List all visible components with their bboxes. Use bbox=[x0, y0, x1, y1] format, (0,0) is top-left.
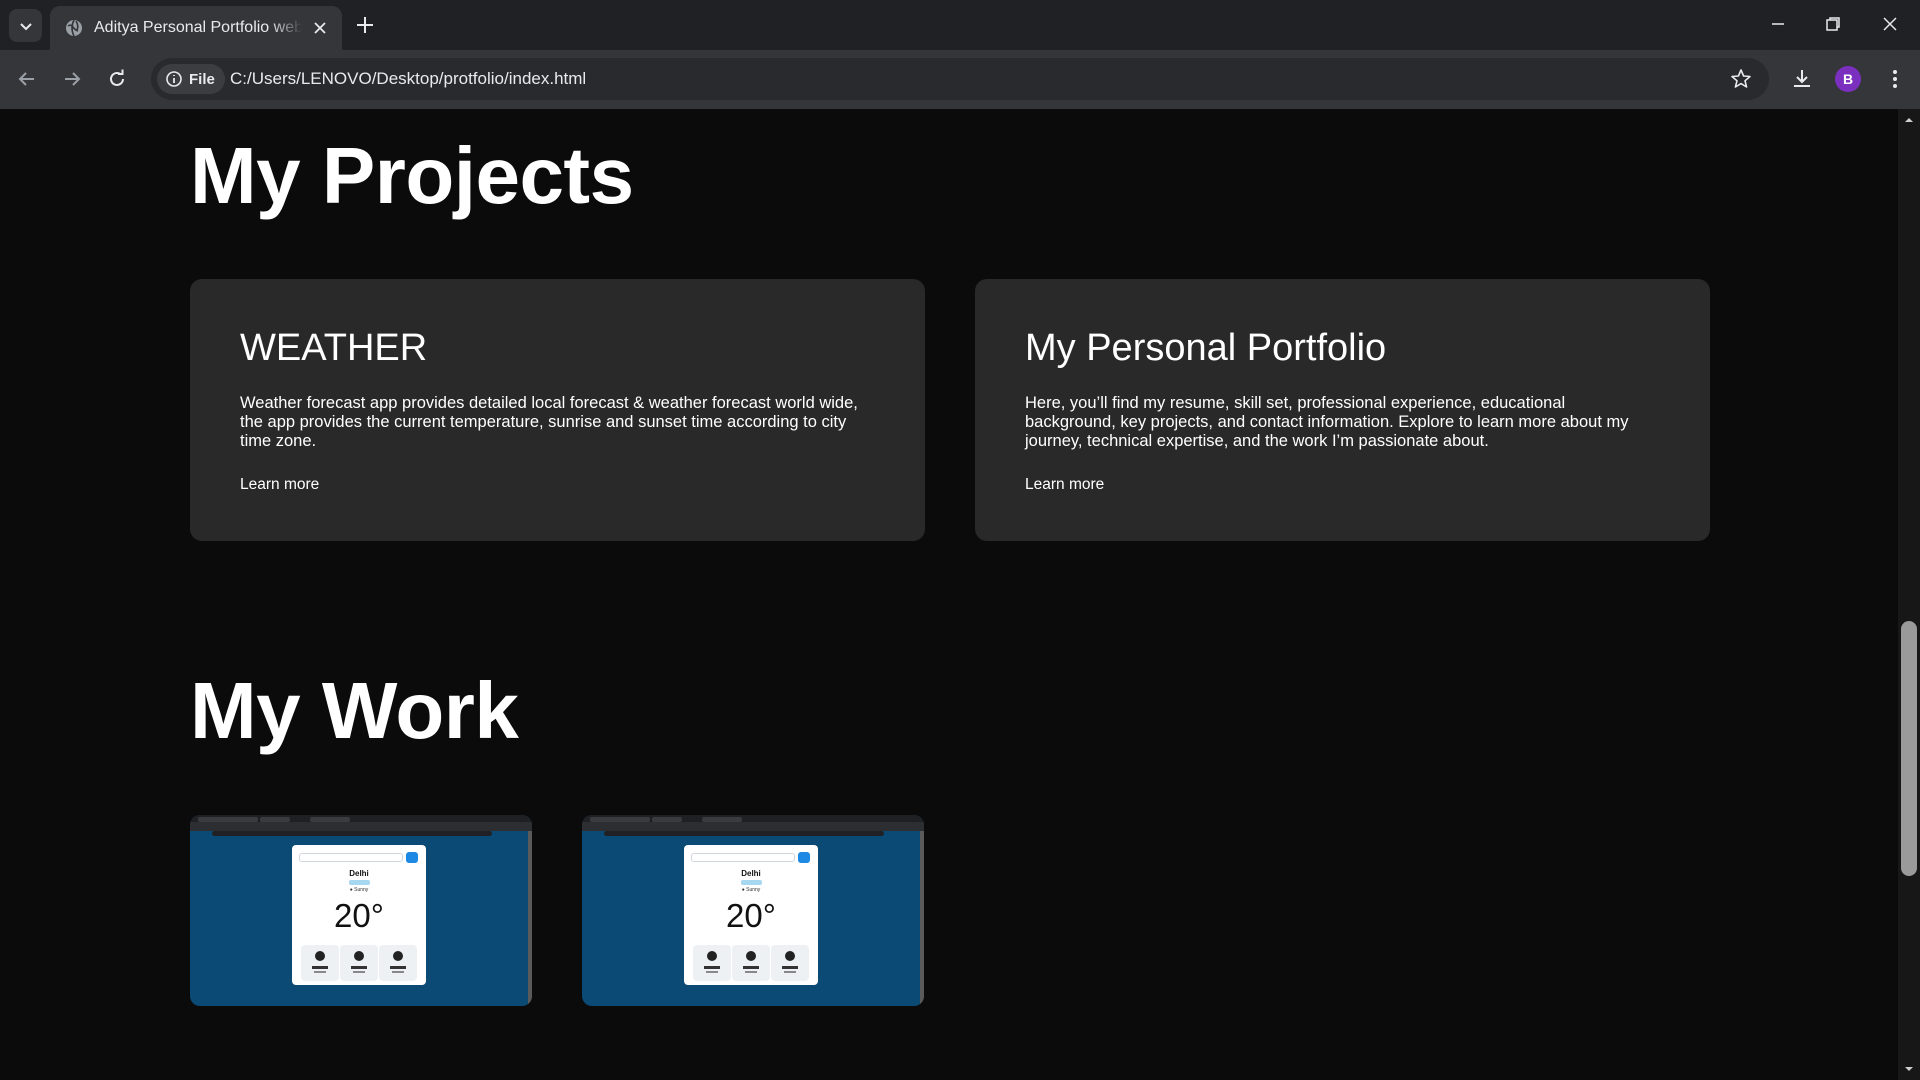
chevron-down-icon bbox=[19, 22, 32, 30]
search-button bbox=[406, 852, 418, 863]
droplet-icon bbox=[746, 951, 756, 961]
wind-stat bbox=[693, 945, 731, 981]
humidity-stat bbox=[732, 945, 770, 981]
page-scrollbar[interactable] bbox=[1898, 109, 1920, 1080]
reload-icon[interactable] bbox=[104, 66, 130, 92]
temperature: 20° bbox=[726, 897, 776, 934]
droplet-icon bbox=[354, 951, 364, 961]
wind-icon bbox=[315, 951, 325, 961]
project-card-weather: WEATHER Weather forecast app provides de… bbox=[190, 279, 925, 541]
humidity-stat bbox=[340, 945, 378, 981]
project-description: Here, you’ll find my resume, skill set, … bbox=[1025, 394, 1629, 450]
project-title: WEATHER bbox=[240, 327, 428, 369]
tab-search-button[interactable] bbox=[9, 9, 42, 42]
minimize-icon[interactable] bbox=[1766, 12, 1790, 36]
tab-title: Aditya Personal Portfolio website bbox=[94, 19, 302, 36]
project-title: My Personal Portfolio bbox=[1025, 327, 1387, 369]
eye-icon bbox=[393, 951, 403, 961]
thumbnail-scrollbar bbox=[920, 831, 924, 1006]
more-menu-icon[interactable] bbox=[1882, 66, 1908, 92]
city-search-input bbox=[691, 853, 795, 862]
site-info-chip[interactable]: File bbox=[157, 64, 225, 94]
learn-more-link[interactable]: Learn more bbox=[1025, 476, 1104, 494]
thumbnail-tabstrip bbox=[582, 815, 924, 822]
temperature: 20° bbox=[334, 897, 384, 934]
back-arrow-icon[interactable] bbox=[14, 66, 40, 92]
weather-card-preview: Delhi ● Sunny 20° bbox=[684, 845, 818, 985]
restore-icon[interactable] bbox=[1821, 12, 1845, 36]
city-name: Delhi bbox=[741, 869, 761, 878]
work-thumbnail[interactable]: Delhi ● Sunny 20° bbox=[190, 815, 532, 1006]
browser-tab[interactable]: Aditya Personal Portfolio website bbox=[50, 6, 342, 50]
scrollbar-thumb[interactable] bbox=[1901, 621, 1917, 876]
thumbnail-toolbar bbox=[582, 822, 924, 836]
globe-icon bbox=[66, 19, 82, 37]
work-heading: My Work bbox=[190, 666, 519, 755]
city-search-input bbox=[299, 853, 403, 862]
thumbnail-tabstrip bbox=[190, 815, 532, 822]
project-card-portfolio: My Personal Portfolio Here, you’ll find … bbox=[975, 279, 1710, 541]
date-badge bbox=[741, 880, 762, 885]
scroll-up-arrow-icon[interactable] bbox=[1904, 115, 1914, 125]
search-button bbox=[798, 852, 810, 863]
project-description: Weather forecast app provides detailed l… bbox=[240, 394, 858, 450]
scroll-down-arrow-icon[interactable] bbox=[1904, 1064, 1914, 1074]
date-badge bbox=[349, 880, 370, 885]
weather-condition: ● Sunny bbox=[741, 887, 761, 893]
tab-strip: Aditya Personal Portfolio website bbox=[0, 0, 1920, 50]
info-icon bbox=[166, 71, 182, 87]
eye-icon bbox=[785, 951, 795, 961]
file-chip-label: File bbox=[189, 70, 215, 88]
weather-card-preview: Delhi ● Sunny 20° bbox=[292, 845, 426, 985]
thumbnail-toolbar bbox=[190, 822, 532, 836]
close-window-icon[interactable] bbox=[1878, 12, 1902, 36]
bookmark-star-icon[interactable] bbox=[1729, 67, 1753, 91]
wind-stat bbox=[301, 945, 339, 981]
browser-toolbar: File C:/Users/LENOVO/Desktop/protfolio/i… bbox=[0, 50, 1920, 109]
city-name: Delhi bbox=[349, 869, 369, 878]
work-thumbnail[interactable]: Delhi ● Sunny 20° bbox=[582, 815, 924, 1006]
new-tab-icon[interactable] bbox=[354, 14, 376, 36]
download-icon[interactable] bbox=[1789, 66, 1815, 92]
weather-condition: ● Sunny bbox=[349, 887, 369, 893]
projects-heading: My Projects bbox=[190, 131, 634, 220]
page-content: My Projects WEATHER Weather forecast app… bbox=[0, 109, 1898, 1080]
profile-avatar[interactable]: B bbox=[1835, 66, 1861, 92]
learn-more-link[interactable]: Learn more bbox=[240, 476, 319, 494]
wind-icon bbox=[707, 951, 717, 961]
forward-arrow-icon[interactable] bbox=[59, 66, 85, 92]
close-tab-icon[interactable] bbox=[310, 18, 330, 38]
visibility-stat bbox=[771, 945, 809, 981]
visibility-stat bbox=[379, 945, 417, 981]
url-text[interactable]: C:/Users/LENOVO/Desktop/protfolio/index.… bbox=[230, 69, 586, 89]
address-bar[interactable]: File C:/Users/LENOVO/Desktop/protfolio/i… bbox=[151, 58, 1769, 100]
thumbnail-scrollbar bbox=[528, 831, 532, 1006]
